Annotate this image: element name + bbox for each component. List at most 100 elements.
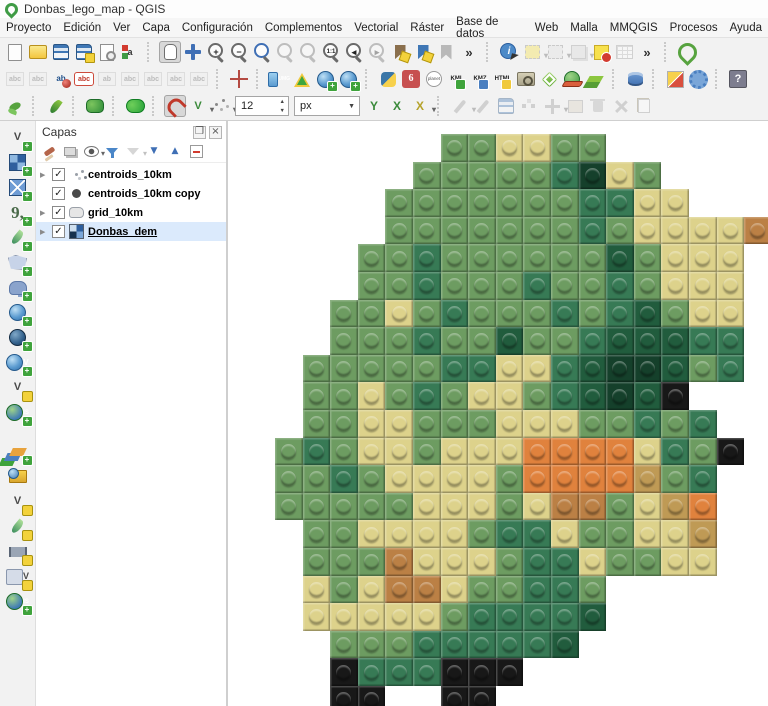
globe-add2-icon[interactable] (337, 68, 359, 90)
p-filter-icon[interactable] (103, 143, 121, 161)
frog-icon[interactable] (84, 95, 106, 117)
kmz-icon[interactable]: KMZ (469, 68, 491, 90)
osm-icon[interactable]: UMG (268, 68, 290, 90)
v-wms-icon[interactable] (5, 300, 31, 325)
db-icon[interactable] (624, 68, 646, 90)
snap-config-icon[interactable]: V (187, 95, 209, 117)
p-filter2-icon[interactable] (124, 143, 142, 161)
label-red-icon[interactable]: abc (73, 68, 95, 90)
menu-web[interactable]: Web (529, 20, 564, 36)
v-vector-icon[interactable]: V (5, 125, 31, 150)
save-project-icon[interactable] (50, 41, 72, 63)
v-vtile-icon[interactable]: V (5, 375, 31, 400)
menu-edición[interactable]: Edición (57, 20, 107, 36)
zoom-out-icon[interactable]: − (228, 41, 250, 63)
zoom-selection-icon[interactable] (297, 41, 319, 63)
help-icon[interactable]: ? (727, 68, 749, 90)
panel-undock-button[interactable]: ❐ (193, 126, 206, 139)
new-project-icon[interactable] (4, 41, 26, 63)
yellow-edit-icon[interactable] (590, 41, 612, 63)
cloud-icon[interactable] (124, 95, 146, 117)
menu-proyecto[interactable]: Proyecto (0, 20, 57, 36)
layer-visibility-checkbox[interactable]: ✓ (52, 168, 65, 181)
menu-procesos[interactable]: Procesos (664, 20, 724, 36)
label-pin-icon[interactable]: ab (50, 68, 72, 90)
select-features-icon[interactable] (521, 41, 543, 63)
rect-gray-icon[interactable] (564, 95, 586, 117)
overflow-icon[interactable]: » (636, 41, 658, 63)
menu-configuración[interactable]: Configuración (176, 20, 259, 36)
processing-icon[interactable] (291, 68, 313, 90)
menu-ráster[interactable]: Ráster (404, 20, 450, 36)
v-arcgis-icon[interactable]: IS (5, 400, 31, 425)
leaf-icon[interactable] (44, 95, 66, 117)
camera-icon[interactable] (515, 68, 537, 90)
v-quill2-icon[interactable] (5, 514, 31, 539)
p-themes-icon[interactable] (82, 143, 100, 161)
label-3-icon[interactable]: ab (96, 68, 118, 90)
snap-unit-combobox[interactable]: px▼ (294, 96, 360, 116)
zoom-one-icon[interactable]: 1:1 (320, 41, 342, 63)
python-icon[interactable] (377, 68, 399, 90)
vertex-icon[interactable] (518, 95, 540, 117)
v-layers-icon[interactable] (5, 439, 31, 464)
globe-stack-icon[interactable] (561, 68, 583, 90)
gear-icon[interactable] (687, 68, 709, 90)
topo-k-icon[interactable]: X (409, 95, 431, 117)
move-feature-icon[interactable] (541, 95, 563, 117)
select-form-icon[interactable] (567, 41, 589, 63)
v-chip-icon[interactable] (5, 539, 31, 564)
zoom-full-icon[interactable] (274, 41, 296, 63)
v-postgis-icon[interactable] (5, 275, 31, 300)
layer-visibility-checkbox[interactable]: ✓ (52, 225, 65, 238)
expand-arrow-icon[interactable]: ▶ (40, 209, 48, 217)
menu-vectorial[interactable]: Vectorial (348, 20, 404, 36)
layer-row-grid_10km[interactable]: ▶✓grid_10km (36, 203, 226, 222)
v-wfs-icon[interactable]: V (5, 350, 31, 375)
p-collapse-icon[interactable]: ▲ (166, 143, 184, 161)
style-manager-icon[interactable]: a (119, 41, 141, 63)
menu-base-de-datos[interactable]: Base de datos (450, 14, 529, 42)
v-comma-icon[interactable]: 9, (5, 200, 31, 225)
p-style-icon[interactable] (40, 143, 58, 161)
r6-icon[interactable]: 6 (400, 68, 422, 90)
menu-ver[interactable]: Ver (107, 20, 136, 36)
zoom-in-icon[interactable]: + (205, 41, 227, 63)
layer-visibility-checkbox[interactable]: ✓ (52, 206, 65, 219)
open-project-icon[interactable] (27, 41, 49, 63)
snap-dots-icon[interactable] (210, 95, 232, 117)
cut-icon[interactable] (610, 95, 632, 117)
pan-map-icon[interactable] (159, 41, 181, 63)
html-icon[interactable]: HTML (492, 68, 514, 90)
new-bookmark-icon[interactable] (389, 41, 411, 63)
expand-arrow-icon[interactable]: ▶ (40, 228, 48, 236)
spin-arrows-icon[interactable]: ▲▼ (278, 97, 287, 117)
p-remove-icon[interactable] (187, 143, 205, 161)
label-4-icon[interactable]: abc (119, 68, 141, 90)
menu-ayuda[interactable]: Ayuda (724, 20, 768, 36)
label-2-icon[interactable]: abc (27, 68, 49, 90)
v-raster-icon[interactable] (5, 150, 31, 175)
flag-icon[interactable] (664, 68, 686, 90)
deselect-features-icon[interactable] (544, 41, 566, 63)
label-7-icon[interactable]: abc (188, 68, 210, 90)
topo-x-icon[interactable]: X (386, 95, 408, 117)
globe-add1-icon[interactable] (314, 68, 336, 90)
menu-malla[interactable]: Malla (564, 20, 603, 36)
bookmark-manager-icon[interactable] (435, 41, 457, 63)
v-mesh-icon[interactable] (5, 175, 31, 200)
v-poly-icon[interactable] (5, 250, 31, 275)
save-edits-icon[interactable] (495, 95, 517, 117)
layer-row-donbas_dem[interactable]: ▶✓Donbas_dem (36, 222, 226, 241)
magnet-icon[interactable] (164, 95, 186, 117)
v-wcs-icon[interactable] (5, 325, 31, 350)
map-canvas[interactable] (228, 121, 768, 706)
topo-y-icon[interactable]: Y (363, 95, 385, 117)
v-arcgis2-icon[interactable]: IS (5, 589, 31, 614)
save-project-as-icon[interactable] (73, 41, 95, 63)
pan-to-selection-icon[interactable] (182, 41, 204, 63)
zoom-last-icon[interactable]: ◂ (343, 41, 365, 63)
expand-arrow-icon[interactable]: ▶ (40, 171, 48, 179)
overflow-icon[interactable]: » (458, 41, 480, 63)
snap-tolerance-spinbox[interactable]: 12▲▼ (235, 96, 289, 116)
